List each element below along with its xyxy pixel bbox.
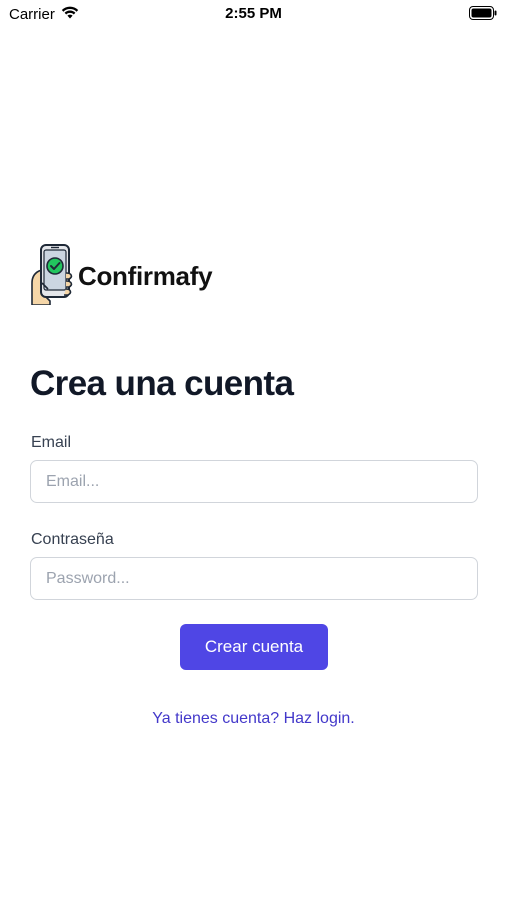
- password-field[interactable]: [30, 557, 478, 600]
- phone-check-icon: [30, 243, 76, 310]
- battery-icon: [469, 6, 497, 25]
- page-title: Crea una cuenta: [30, 364, 294, 403]
- login-link[interactable]: Ya tienes cuenta? Haz login.: [0, 710, 507, 728]
- app-logo: Confirmafy: [30, 243, 213, 310]
- signup-screen: Carrier 2:55 PM Confirmafy Crea una cuen…: [0, 0, 507, 900]
- create-account-button[interactable]: Crear cuenta: [180, 624, 328, 670]
- status-time: 2:55 PM: [225, 5, 282, 22]
- email-label: Email: [31, 434, 72, 451]
- email-field[interactable]: [30, 460, 478, 503]
- password-label: Contraseña: [31, 531, 114, 548]
- logo-text: Confirmafy: [78, 261, 213, 291]
- status-bar: Carrier 2:55 PM: [0, 0, 507, 28]
